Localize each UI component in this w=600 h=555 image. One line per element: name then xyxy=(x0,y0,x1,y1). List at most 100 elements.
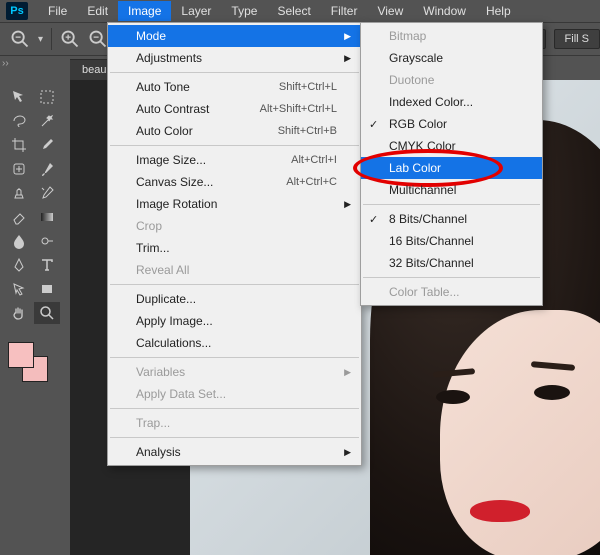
zoom-out-icon[interactable] xyxy=(88,29,108,49)
menu-item-apply-data-set: Apply Data Set... xyxy=(108,383,361,405)
menu-separator xyxy=(110,145,359,146)
expand-panel-icon[interactable]: ›› xyxy=(2,58,9,69)
menu-item-label: Calculations... xyxy=(136,336,211,350)
clone-stamp-tool[interactable] xyxy=(6,182,32,204)
submenu-item-lab-color[interactable]: Lab Color xyxy=(361,157,542,179)
menu-shortcut: Shift+Ctrl+L xyxy=(279,81,337,93)
menu-item-label: Auto Tone xyxy=(136,80,190,94)
pen-tool[interactable] xyxy=(6,254,32,276)
fill-screen-button[interactable]: Fill S xyxy=(554,29,600,49)
menu-item-label: RGB Color xyxy=(389,117,447,131)
brush-tool[interactable] xyxy=(34,158,60,180)
submenu-arrow-icon: ▶ xyxy=(344,199,351,210)
menu-item-auto-tone[interactable]: Auto Tone Shift+Ctrl+L xyxy=(108,76,361,98)
menu-item-label: 32 Bits/Channel xyxy=(389,256,474,270)
submenu-item-cmyk-color[interactable]: CMYK Color xyxy=(361,135,542,157)
menu-separator xyxy=(110,408,359,409)
dodge-tool[interactable] xyxy=(34,230,60,252)
menu-item-calculations[interactable]: Calculations... xyxy=(108,332,361,354)
hand-tool[interactable] xyxy=(6,302,32,324)
submenu-item-32-bits-channel[interactable]: 32 Bits/Channel xyxy=(361,252,542,274)
menu-item-label: Canvas Size... xyxy=(136,175,213,189)
submenu-arrow-icon: ▶ xyxy=(344,31,351,42)
menu-item-label: CMYK Color xyxy=(389,139,456,153)
submenu-item-color-table: Color Table... xyxy=(361,281,542,303)
menu-item-label: Trap... xyxy=(136,416,170,430)
menu-item-label: Auto Contrast xyxy=(136,102,209,116)
menu-item-mode[interactable]: Mode ▶ xyxy=(108,25,361,47)
menu-item-trim[interactable]: Trim... xyxy=(108,237,361,259)
menu-item-label: Mode xyxy=(136,29,166,43)
color-swatches[interactable] xyxy=(8,342,52,386)
menu-item-label: Duotone xyxy=(389,73,434,87)
menu-item-label: Reveal All xyxy=(136,263,189,277)
crop-tool[interactable] xyxy=(6,134,32,156)
menu-item-label: 16 Bits/Channel xyxy=(389,234,474,248)
menu-help[interactable]: Help xyxy=(476,1,521,21)
menu-item-label: Apply Image... xyxy=(136,314,213,328)
submenu-item-rgb-color[interactable]: ✓RGB Color xyxy=(361,113,542,135)
zoom-tool-icon xyxy=(10,29,30,49)
menu-layer[interactable]: Layer xyxy=(171,1,221,21)
menu-item-adjustments[interactable]: Adjustments▶ xyxy=(108,47,361,69)
menu-item-analysis[interactable]: Analysis▶ xyxy=(108,441,361,463)
menu-item-trap: Trap... xyxy=(108,412,361,434)
eraser-tool[interactable] xyxy=(6,206,32,228)
type-tool[interactable] xyxy=(34,254,60,276)
menu-item-label: Lab Color xyxy=(389,161,441,175)
move-tool[interactable] xyxy=(6,86,32,108)
gradient-tool[interactable] xyxy=(34,206,60,228)
menu-view[interactable]: View xyxy=(367,1,413,21)
menu-separator xyxy=(110,72,359,73)
menu-item-label: Duplicate... xyxy=(136,292,196,306)
menu-item-reveal-all: Reveal All xyxy=(108,259,361,281)
zoom-tool[interactable] xyxy=(34,302,60,324)
menu-window[interactable]: Window xyxy=(413,1,476,21)
menu-item-image-size[interactable]: Image Size...Alt+Ctrl+I xyxy=(108,149,361,171)
menu-item-crop: Crop xyxy=(108,215,361,237)
menu-edit[interactable]: Edit xyxy=(77,1,118,21)
lasso-tool[interactable] xyxy=(6,110,32,132)
menu-item-auto-contrast[interactable]: Auto ContrastAlt+Shift+Ctrl+L xyxy=(108,98,361,120)
menu-item-label: Multichannel xyxy=(389,183,456,197)
mode-submenu: Bitmap Grayscale Duotone Indexed Color... ✓R… xyxy=(360,22,543,306)
submenu-item-indexed-color[interactable]: Indexed Color... xyxy=(361,91,542,113)
submenu-arrow-icon: ▶ xyxy=(344,367,351,378)
menu-item-label: Bitmap xyxy=(389,29,426,43)
menu-item-variables: Variables ▶ xyxy=(108,361,361,383)
healing-brush-tool[interactable] xyxy=(6,158,32,180)
submenu-item-8-bits-channel[interactable]: ✓8 Bits/Channel xyxy=(361,208,542,230)
menu-item-label: Indexed Color... xyxy=(389,95,473,109)
rect-marquee-tool[interactable] xyxy=(34,86,60,108)
zoom-in-icon[interactable] xyxy=(60,29,80,49)
menu-item-duplicate[interactable]: Duplicate... xyxy=(108,288,361,310)
menu-image[interactable]: Image xyxy=(118,1,171,21)
submenu-item-16-bits-channel[interactable]: 16 Bits/Channel xyxy=(361,230,542,252)
menu-item-label: Variables xyxy=(136,365,185,379)
magic-wand-tool[interactable] xyxy=(34,110,60,132)
menu-item-apply-image[interactable]: Apply Image... xyxy=(108,310,361,332)
menu-item-label: Crop xyxy=(136,219,162,233)
dropdown-arrow-icon[interactable]: ▾ xyxy=(38,34,43,45)
menu-select[interactable]: Select xyxy=(267,1,320,21)
menu-item-label: Image Size... xyxy=(136,153,206,167)
menu-item-image-rotation[interactable]: Image Rotation▶ xyxy=(108,193,361,215)
submenu-item-multichannel[interactable]: Multichannel xyxy=(361,179,542,201)
submenu-item-grayscale[interactable]: Grayscale xyxy=(361,47,542,69)
rectangle-tool[interactable] xyxy=(34,278,60,300)
menu-filter[interactable]: Filter xyxy=(321,1,368,21)
menu-item-auto-color[interactable]: Auto ColorShift+Ctrl+B xyxy=(108,120,361,142)
menu-shortcut: Shift+Ctrl+B xyxy=(278,125,337,137)
history-brush-tool[interactable] xyxy=(34,182,60,204)
menu-separator xyxy=(363,204,540,205)
menu-file[interactable]: File xyxy=(38,1,77,21)
menu-item-canvas-size[interactable]: Canvas Size...Alt+Ctrl+C xyxy=(108,171,361,193)
foreground-color-swatch[interactable] xyxy=(8,342,34,368)
path-select-tool[interactable] xyxy=(6,278,32,300)
eyedropper-tool[interactable] xyxy=(34,134,60,156)
submenu-item-duotone: Duotone xyxy=(361,69,542,91)
menu-separator xyxy=(110,437,359,438)
menu-type[interactable]: Type xyxy=(221,1,267,21)
menu-separator xyxy=(363,277,540,278)
blur-tool[interactable] xyxy=(6,230,32,252)
